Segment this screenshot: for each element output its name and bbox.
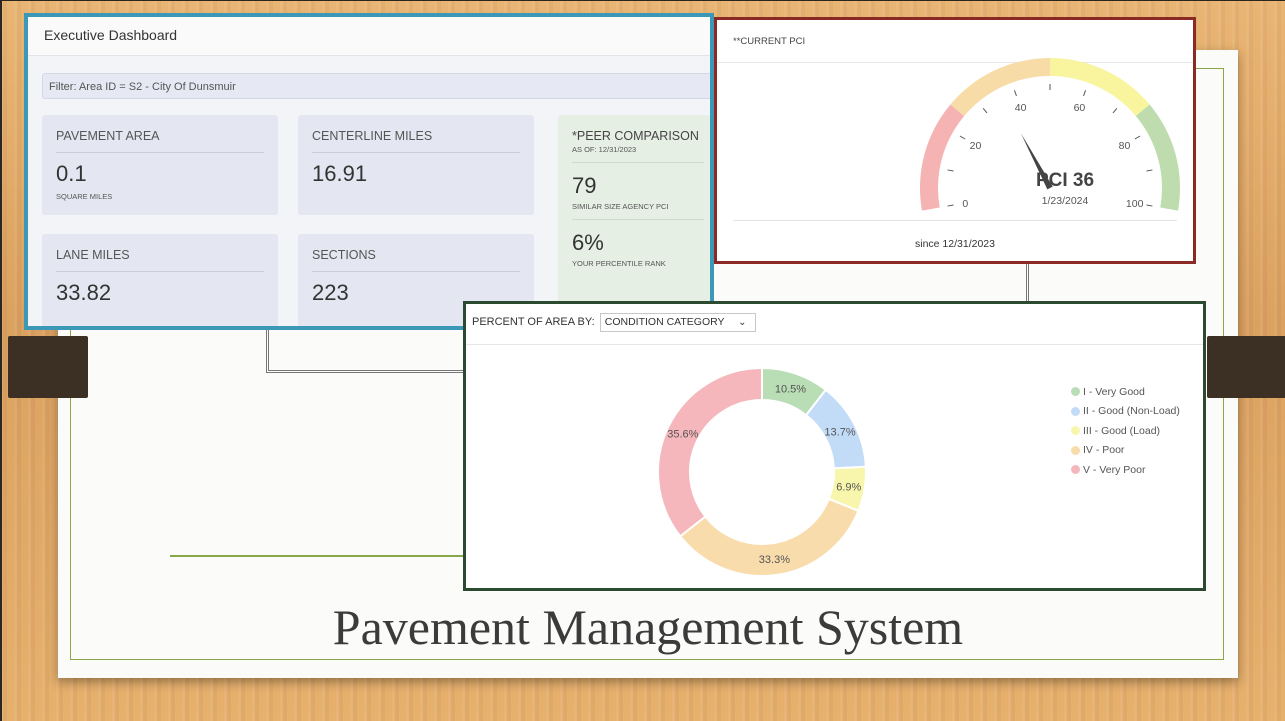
centerline-miles-value: 16.91 [312,161,368,186]
legend-dot-icon [1071,406,1080,416]
legend-label: I - Very Good [1083,385,1145,398]
legend-label: V - Very Poor [1083,463,1146,476]
gauge-tick [959,135,966,140]
gauge-tick [1112,108,1118,114]
gauge-tick-label: 0 [962,198,968,210]
peer-comparison-title: *PEER COMPARISON [572,129,699,143]
legend-item[interactable]: II - Good (Non-Load) [1071,402,1180,422]
legend-dot-icon [1071,387,1080,397]
legend-item[interactable]: IV - Poor [1071,441,1180,461]
gauge-tick [1146,204,1153,207]
chart-legend: I - Very Good II - Good (Non-Load) III -… [1071,382,1180,480]
slide-tab-left [8,336,88,398]
lane-miles-value: 33.82 [56,280,112,305]
gauge-tick [1013,90,1017,97]
lane-miles-label: LANE MILES [56,248,264,272]
agency-pci-value: 79 [572,173,597,198]
legend-label: II - Good (Non-Load) [1083,405,1180,418]
slide-title: Pavement Management System [332,599,964,655]
pavement-area-value: 0.1 [56,161,87,186]
percentile-label: YOUR PERCENTILE RANK [572,259,666,268]
gauge-band [1050,58,1150,117]
pci-since-text: since 12/31/2023 [915,238,995,250]
centerline-miles-label: CENTERLINE MILES [312,129,520,153]
agency-pci-label: SIMILAR SIZE AGENCY PCI [572,202,704,220]
legend-item[interactable]: III - Good (Load) [1071,421,1180,441]
current-pci-panel: **CURRENT PCI 0 20 40 60 80 100 PCI 36 1/23/202… [714,17,1196,264]
gauge-band [950,58,1050,117]
gauge-tick [947,169,954,172]
gauge-tick-label: 100 [1126,198,1144,210]
pci-gauge: 0 20 40 60 80 100 PCI 36 1/23/2024 [920,58,1180,211]
sections-label: SECTIONS [312,248,520,272]
gauge-tick-label: 60 [1074,102,1086,114]
gauge-tick [947,204,954,207]
pci-date: 1/23/2024 [1042,195,1089,207]
slide-tab-right [1207,336,1285,398]
donut-slice [657,366,763,538]
peer-comparison-date: AS OF: 12/31/2023 [572,145,704,163]
gauge-tick-label: 80 [1119,140,1131,152]
lane-miles-card: LANE MILES 33.82 [42,234,278,326]
peer-comparison-card: *PEER COMPARISON AS OF: 12/31/2023 79 SI… [558,115,710,326]
legend-item[interactable]: I - Very Good [1071,382,1180,402]
legend-label: IV - Poor [1083,444,1125,457]
legend-item[interactable]: V - Very Poor [1071,460,1180,480]
gauge-band [920,104,965,211]
executive-dashboard-panel: Executive Dashboard Filter: Area ID = S2… [24,13,714,330]
pavement-area-unit: SQUARE MILES [56,192,113,201]
legend-dot-icon [1071,465,1080,475]
donut-data-label: 6.9% [836,482,861,494]
donut-data-label: 13.7% [824,426,855,438]
donut-data-label: 10.5% [775,384,806,396]
exec-dashboard-title: Executive Dashboard [28,17,710,56]
area-filter[interactable]: Filter: Area ID = S2 - City Of Dunsmuir [42,73,710,99]
gauge-band [1135,104,1180,211]
gauge-tick [1134,135,1141,140]
gauge-tick [982,108,988,114]
legend-label: III - Good (Load) [1083,424,1161,437]
gauge-tick [1083,90,1087,97]
pci-value: PCI 36 [1036,170,1094,191]
donut-data-label: 33.3% [759,554,790,566]
pci-divider [733,220,1177,221]
gauge-tick-label: 40 [1015,102,1027,114]
centerline-miles-card: CENTERLINE MILES 16.91 [298,115,534,215]
donut-data-label: 35.6% [667,429,698,441]
pavement-area-label: PAVEMENT AREA [56,129,264,153]
legend-dot-icon [1071,445,1080,455]
percentile-value: 6% [572,230,604,255]
pavement-area-card: PAVEMENT AREA 0.1 SQUARE MILES [42,115,278,215]
gauge-tick [1146,169,1153,172]
percent-area-panel: PERCENT OF AREA BY: CONDITION CATEGORY ⌄… [463,301,1206,591]
legend-dot-icon [1071,426,1080,436]
gauge-tick-label: 20 [970,140,982,152]
